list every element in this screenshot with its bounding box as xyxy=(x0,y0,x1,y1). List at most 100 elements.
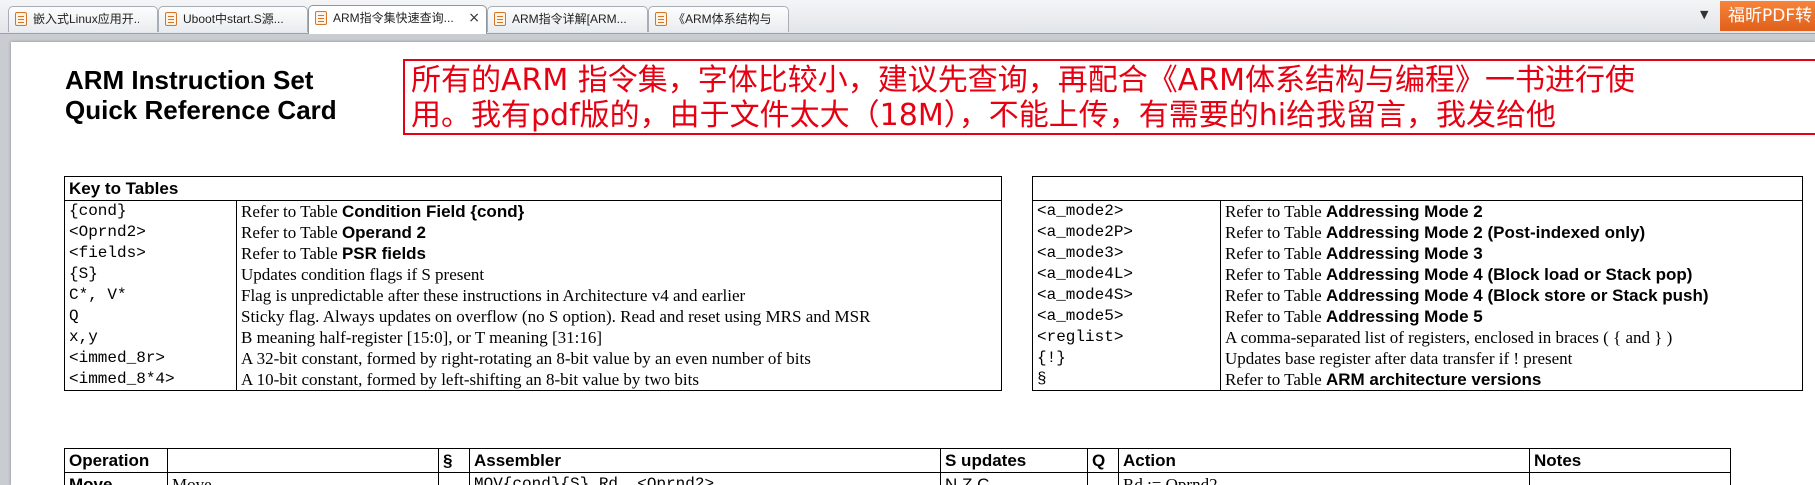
key-code: <a_mode3> xyxy=(1032,243,1221,264)
title-line-1: ARM Instruction Set xyxy=(65,65,314,95)
key-row: Q Sticky flag. Always updates on overflow… xyxy=(64,306,1002,327)
key-description: Refer to Table Addressing Mode 5 xyxy=(1220,306,1803,327)
key-code: <Oprnd2> xyxy=(64,222,237,243)
key-code: <a_mode2P> xyxy=(1032,222,1221,243)
key-row: <Oprnd2> Refer to Table Operand 2 xyxy=(64,222,1002,243)
ops-cell xyxy=(1087,472,1119,485)
key-code: {cond} xyxy=(64,200,237,222)
key-row: <immed_8*4> A 10-bit constant, formed by … xyxy=(64,369,1002,391)
ops-cell: N Z C xyxy=(940,472,1088,485)
key-code: <immed_8*4> xyxy=(64,369,237,391)
key-code: <a_mode4L> xyxy=(1032,264,1221,285)
key-description: Updates base register after data transfe… xyxy=(1220,348,1803,369)
tab-label: ARM指令详解[ARM... xyxy=(512,12,627,26)
key-row: C*, V* Flag is unpredictable after these … xyxy=(64,285,1002,306)
ops-row: Move Move MOV{cond}{S} Rd, <Oprnd2> N Z C Rd… xyxy=(64,472,1731,485)
key-description: Refer to Table Addressing Mode 2 xyxy=(1220,200,1803,222)
key-row: <a_mode4L> Refer to Table Addressing Mode… xyxy=(1032,264,1803,285)
key-code: x,y xyxy=(64,327,237,348)
key-table-reference: Addressing Mode 4 (Block store or Stack … xyxy=(1325,286,1709,305)
key-table-reference: Addressing Mode 5 xyxy=(1325,307,1483,326)
key-row: {cond} Refer to Table Condition Field {co… xyxy=(64,200,1002,222)
key-row: <fields> Refer to Table PSR fields xyxy=(64,243,1002,264)
key-code: <reglist> xyxy=(1032,327,1221,348)
tab-bar: 嵌入式Linux应用开... Uboot中start.S源... ARM指令集快速查… xyxy=(0,0,1815,34)
key-description: Refer to Table Addressing Mode 3 xyxy=(1220,243,1803,264)
key-code: <fields> xyxy=(64,243,237,264)
ops-cell xyxy=(1529,472,1731,485)
key-description: Refer to Table ARM architecture versions xyxy=(1220,369,1803,391)
key-table-reference: Addressing Mode 4 (Block load or Stack p… xyxy=(1325,265,1693,284)
key-description: Refer to Table Addressing Mode 4 (Block … xyxy=(1220,264,1803,285)
ops-cell: MOV{cond}{S} Rd, <Oprnd2> xyxy=(469,472,941,485)
tab-label: 嵌入式Linux应用开... xyxy=(33,12,139,26)
pdf-file-icon xyxy=(15,12,27,26)
ops-header-4: S updates xyxy=(940,448,1088,473)
key-table-reference: Condition Field {cond} xyxy=(341,202,525,221)
key-row: <a_mode5> Refer to Table Addressing Mode … xyxy=(1032,306,1803,327)
key-table-reference: Addressing Mode 2 xyxy=(1325,202,1483,221)
key-row: <a_mode2> Refer to Table Addressing Mode … xyxy=(1032,200,1803,222)
ops-cell: Move xyxy=(167,472,439,485)
key-code: § xyxy=(1032,369,1221,391)
tab-3[interactable]: ARM指令集快速查询... × xyxy=(308,5,487,34)
key-description: A 32-bit constant, formed by right-rotat… xyxy=(236,348,1002,369)
tab-4[interactable]: ARM指令详解[ARM... xyxy=(487,6,648,32)
key-description: A comma-separated list of registers, enc… xyxy=(1220,327,1803,348)
key-code: C*, V* xyxy=(64,285,237,306)
ops-header-1 xyxy=(167,448,439,473)
key-row: <a_mode4S> Refer to Table Addressing Mode… xyxy=(1032,285,1803,306)
key-description: Refer to Table Addressing Mode 4 (Block … xyxy=(1220,285,1803,306)
foxit-pdf-brand-button[interactable]: 福昕PDF转 xyxy=(1720,1,1815,31)
page-title: ARM Instruction Set Quick Reference Card xyxy=(65,65,337,125)
ops-cell: Move xyxy=(64,472,168,485)
key-code: {!} xyxy=(1032,348,1221,369)
tab-label: 《ARM体系结构与... xyxy=(673,12,770,26)
ops-cell: Rd := Oprnd2 xyxy=(1118,472,1530,485)
annotation-text-box[interactable]: 所有的ARM 指令集，字体比较小，建议先查询，再配合《ARM体系结构与编程》一书… xyxy=(403,59,1815,135)
key-code: Q xyxy=(64,306,237,327)
annotation-line-1: 所有的ARM 指令集，字体比较小，建议先查询，再配合《ARM体系结构与编程》一书… xyxy=(411,63,1636,98)
title-line-2: Quick Reference Card xyxy=(65,95,337,125)
tab-2[interactable]: Uboot中start.S源... xyxy=(158,6,308,32)
tab-close-icon[interactable]: × xyxy=(468,6,480,30)
document-viewport[interactable]: ARM Instruction Set Quick Reference Card… xyxy=(0,34,1815,485)
tab-list-dropdown-icon[interactable]: ▼ xyxy=(1700,8,1708,21)
key-row: <immed_8r> A 32-bit constant, formed by r… xyxy=(64,348,1002,369)
key-description: Refer to Table Addressing Mode 2 (Post-i… xyxy=(1220,222,1803,243)
tab-label: Uboot中start.S源... xyxy=(183,12,284,26)
key-description: Refer to Table Condition Field {cond} xyxy=(236,200,1002,222)
key-table-reference: Addressing Mode 3 xyxy=(1325,244,1483,263)
key-row: <a_mode3> Refer to Table Addressing Mode … xyxy=(1032,243,1803,264)
key-to-tables-right: <a_mode2> Refer to Table Addressing Mode … xyxy=(1032,176,1803,391)
key-description: B meaning half-register [15:0], or T mea… xyxy=(236,327,1002,348)
ops-header-3: Assembler xyxy=(469,448,941,473)
key-table-reference: Operand 2 xyxy=(341,223,427,242)
key-table-reference: ARM architecture versions xyxy=(1325,370,1542,389)
key-row: {!} Updates base register after data tran… xyxy=(1032,348,1803,369)
annotation-line-2: 用。我有pdf版的，由于文件太大（18M），不能上传，有需要的hi给我留言，我发… xyxy=(411,98,1557,133)
ops-header-6: Action xyxy=(1118,448,1530,473)
operations-table: Operation § Assembler S updates Q Action Notes… xyxy=(64,448,1731,485)
ops-header-7: Notes xyxy=(1529,448,1731,473)
key-description: A 10-bit constant, formed by left-shifti… xyxy=(236,369,1002,391)
ops-header-2: § xyxy=(438,448,470,473)
tab-label: ARM指令集快速查询... xyxy=(333,11,454,25)
key-description: Flag is unpredictable after these instru… xyxy=(236,285,1002,306)
key-description: Sticky flag. Always updates on overflow … xyxy=(236,306,1002,327)
pdf-file-icon xyxy=(655,12,667,26)
pdf-file-icon xyxy=(494,12,506,26)
tab-1[interactable]: 嵌入式Linux应用开... xyxy=(8,6,158,32)
key-row: <a_mode2P> Refer to Table Addressing Mode… xyxy=(1032,222,1803,243)
key-row: x,y B meaning half-register [15:0], or T … xyxy=(64,327,1002,348)
pdf-file-icon xyxy=(315,11,327,25)
tab-5[interactable]: 《ARM体系结构与... xyxy=(648,6,789,32)
key-table-reference: PSR fields xyxy=(341,244,427,263)
key-row: {S} Updates condition flags if S present xyxy=(64,264,1002,285)
key-table-header-right xyxy=(1032,176,1803,201)
key-description: Refer to Table PSR fields xyxy=(236,243,1002,264)
key-row: § Refer to Table ARM architecture version… xyxy=(1032,369,1803,391)
ops-cell xyxy=(438,472,470,485)
key-table-header: Key to Tables xyxy=(64,176,1002,201)
pdf-file-icon xyxy=(165,12,177,26)
